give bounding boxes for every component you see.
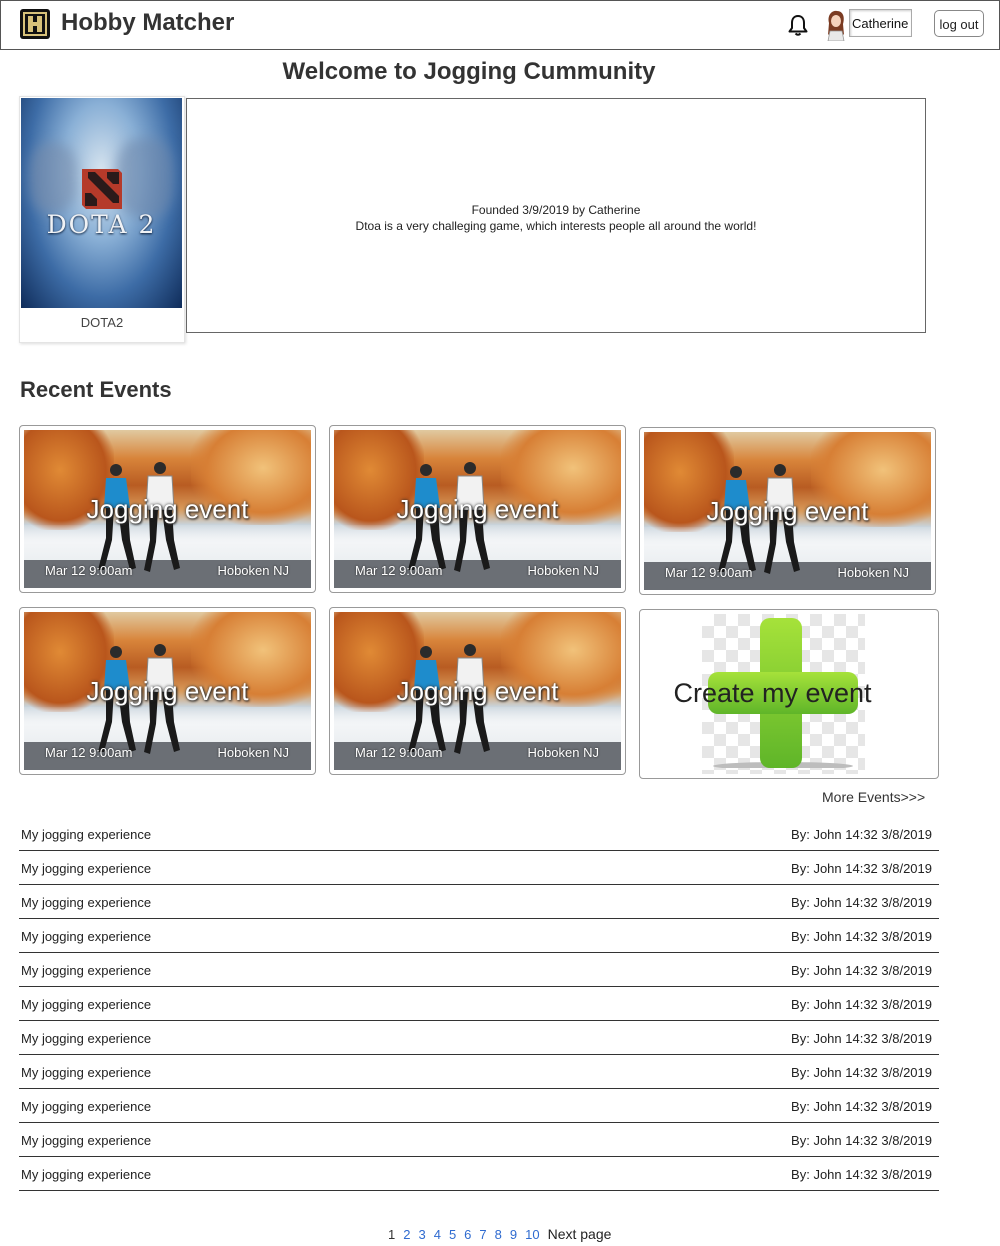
page-link[interactable]: 10: [525, 1227, 539, 1242]
post-row[interactable]: My jogging experience By: John 14:32 3/8…: [19, 987, 939, 1021]
event-card[interactable]: Jogging event Mar 12 9:00am Hoboken NJ: [329, 607, 626, 775]
page-link[interactable]: 8: [495, 1227, 502, 1242]
post-row[interactable]: My jogging experience By: John 14:32 3/8…: [19, 1123, 939, 1157]
post-row[interactable]: My jogging experience By: John 14:32 3/8…: [19, 1157, 939, 1191]
founded-text: Founded 3/9/2019 by Catherine: [471, 203, 641, 217]
post-title[interactable]: My jogging experience: [21, 997, 151, 1012]
post-list: My jogging experience By: John 14:32 3/8…: [19, 817, 939, 1191]
post-title[interactable]: My jogging experience: [21, 1065, 151, 1080]
bell-icon[interactable]: [786, 13, 810, 37]
post-row[interactable]: My jogging experience By: John 14:32 3/8…: [19, 953, 939, 987]
event-card[interactable]: Jogging event Mar 12 9:00am Hoboken NJ: [639, 427, 936, 595]
event-date: Mar 12 9:00am: [45, 745, 133, 760]
page-title: Welcome to Jogging Cummunity: [282, 58, 656, 85]
post-title[interactable]: My jogging experience: [21, 1099, 151, 1114]
logout-button[interactable]: log out: [934, 10, 984, 37]
post-title[interactable]: My jogging experience: [21, 1031, 151, 1046]
event-date: Mar 12 9:00am: [45, 563, 133, 578]
page-link[interactable]: 9: [510, 1227, 517, 1242]
event-title: Jogging event: [396, 676, 559, 706]
post-meta: By: John 14:32 3/8/2019: [791, 1031, 932, 1046]
post-title[interactable]: My jogging experience: [21, 895, 151, 910]
post-row[interactable]: My jogging experience By: John 14:32 3/8…: [19, 1089, 939, 1123]
hobby-matcher-logo-icon[interactable]: [20, 9, 50, 39]
post-title[interactable]: My jogging experience: [21, 861, 151, 876]
event-location: Hoboken NJ: [217, 745, 289, 760]
event-card[interactable]: Jogging event Mar 12 9:00am Hoboken NJ: [19, 425, 316, 593]
pagination: 1 2 3 4 5 6 7 8 9 10 Next page: [388, 1226, 619, 1242]
post-title[interactable]: My jogging experience: [21, 827, 151, 842]
event-title: Jogging event: [86, 494, 249, 524]
event-date: Mar 12 9:00am: [355, 745, 443, 760]
event-card[interactable]: Jogging event Mar 12 9:00am Hoboken NJ: [19, 607, 316, 775]
hobby-image: DOTA 2: [21, 98, 182, 308]
page-link[interactable]: 4: [434, 1227, 441, 1242]
event-location: Hoboken NJ: [837, 565, 909, 580]
page-link[interactable]: 2: [403, 1227, 410, 1242]
event-title: Jogging event: [706, 496, 869, 526]
post-title[interactable]: My jogging experience: [21, 1167, 151, 1182]
event-location: Hoboken NJ: [527, 563, 599, 578]
page-link[interactable]: 1: [388, 1227, 395, 1242]
create-event-card[interactable]: Create my event: [639, 609, 939, 779]
recent-events-title: Recent Events: [20, 377, 172, 402]
post-row[interactable]: My jogging experience By: John 14:32 3/8…: [19, 817, 939, 851]
hobby-image-text: DOTA 2: [46, 210, 157, 239]
community-info: Founded 3/9/2019 by Catherine Dtoa is a …: [187, 202, 925, 234]
post-meta: By: John 14:32 3/8/2019: [791, 997, 932, 1012]
post-row[interactable]: My jogging experience By: John 14:32 3/8…: [19, 1055, 939, 1089]
user-name-field[interactable]: Catherine: [849, 9, 912, 37]
post-meta: By: John 14:32 3/8/2019: [791, 861, 932, 876]
hobby-name: DOTA2: [80, 315, 124, 330]
event-card[interactable]: Jogging event Mar 12 9:00am Hoboken NJ: [329, 425, 626, 593]
post-title[interactable]: My jogging experience: [21, 929, 151, 944]
avatar[interactable]: [823, 9, 849, 42]
hobby-card[interactable]: DOTA 2 DOTA2: [19, 96, 185, 343]
create-event-label: Create my event: [673, 678, 872, 708]
event-date: Mar 12 9:00am: [665, 565, 753, 580]
post-meta: By: John 14:32 3/8/2019: [791, 1065, 932, 1080]
page-link[interactable]: 6: [464, 1227, 471, 1242]
more-events-link[interactable]: More Events>>>: [822, 789, 925, 805]
post-row[interactable]: My jogging experience By: John 14:32 3/8…: [19, 851, 939, 885]
page-link[interactable]: 7: [479, 1227, 486, 1242]
post-meta: By: John 14:32 3/8/2019: [791, 963, 932, 978]
post-meta: By: John 14:32 3/8/2019: [791, 1133, 932, 1148]
event-date: Mar 12 9:00am: [355, 563, 443, 578]
event-title: Jogging event: [86, 676, 249, 706]
post-row[interactable]: My jogging experience By: John 14:32 3/8…: [19, 1021, 939, 1055]
post-meta: By: John 14:32 3/8/2019: [791, 1099, 932, 1114]
app-title[interactable]: Hobby Matcher: [61, 9, 234, 37]
post-meta: By: John 14:32 3/8/2019: [791, 929, 932, 944]
community-info-box: Founded 3/9/2019 by Catherine Dtoa is a …: [186, 98, 926, 333]
page-link[interactable]: 3: [418, 1227, 425, 1242]
post-meta: By: John 14:32 3/8/2019: [791, 1167, 932, 1182]
description-text: Dtoa is a very challeging game, which in…: [355, 219, 757, 233]
event-title: Jogging event: [396, 494, 559, 524]
post-title[interactable]: My jogging experience: [21, 963, 151, 978]
next-page-link[interactable]: Next page: [548, 1226, 612, 1242]
post-row[interactable]: My jogging experience By: John 14:32 3/8…: [19, 885, 939, 919]
post-meta: By: John 14:32 3/8/2019: [791, 895, 932, 910]
post-row[interactable]: My jogging experience By: John 14:32 3/8…: [19, 919, 939, 953]
event-location: Hoboken NJ: [217, 563, 289, 578]
event-location: Hoboken NJ: [527, 745, 599, 760]
post-title[interactable]: My jogging experience: [21, 1133, 151, 1148]
dota-logo-icon: [82, 169, 122, 209]
top-bar: Hobby Matcher Catherine log out: [0, 0, 1000, 50]
page-link[interactable]: 5: [449, 1227, 456, 1242]
post-meta: By: John 14:32 3/8/2019: [791, 827, 932, 842]
